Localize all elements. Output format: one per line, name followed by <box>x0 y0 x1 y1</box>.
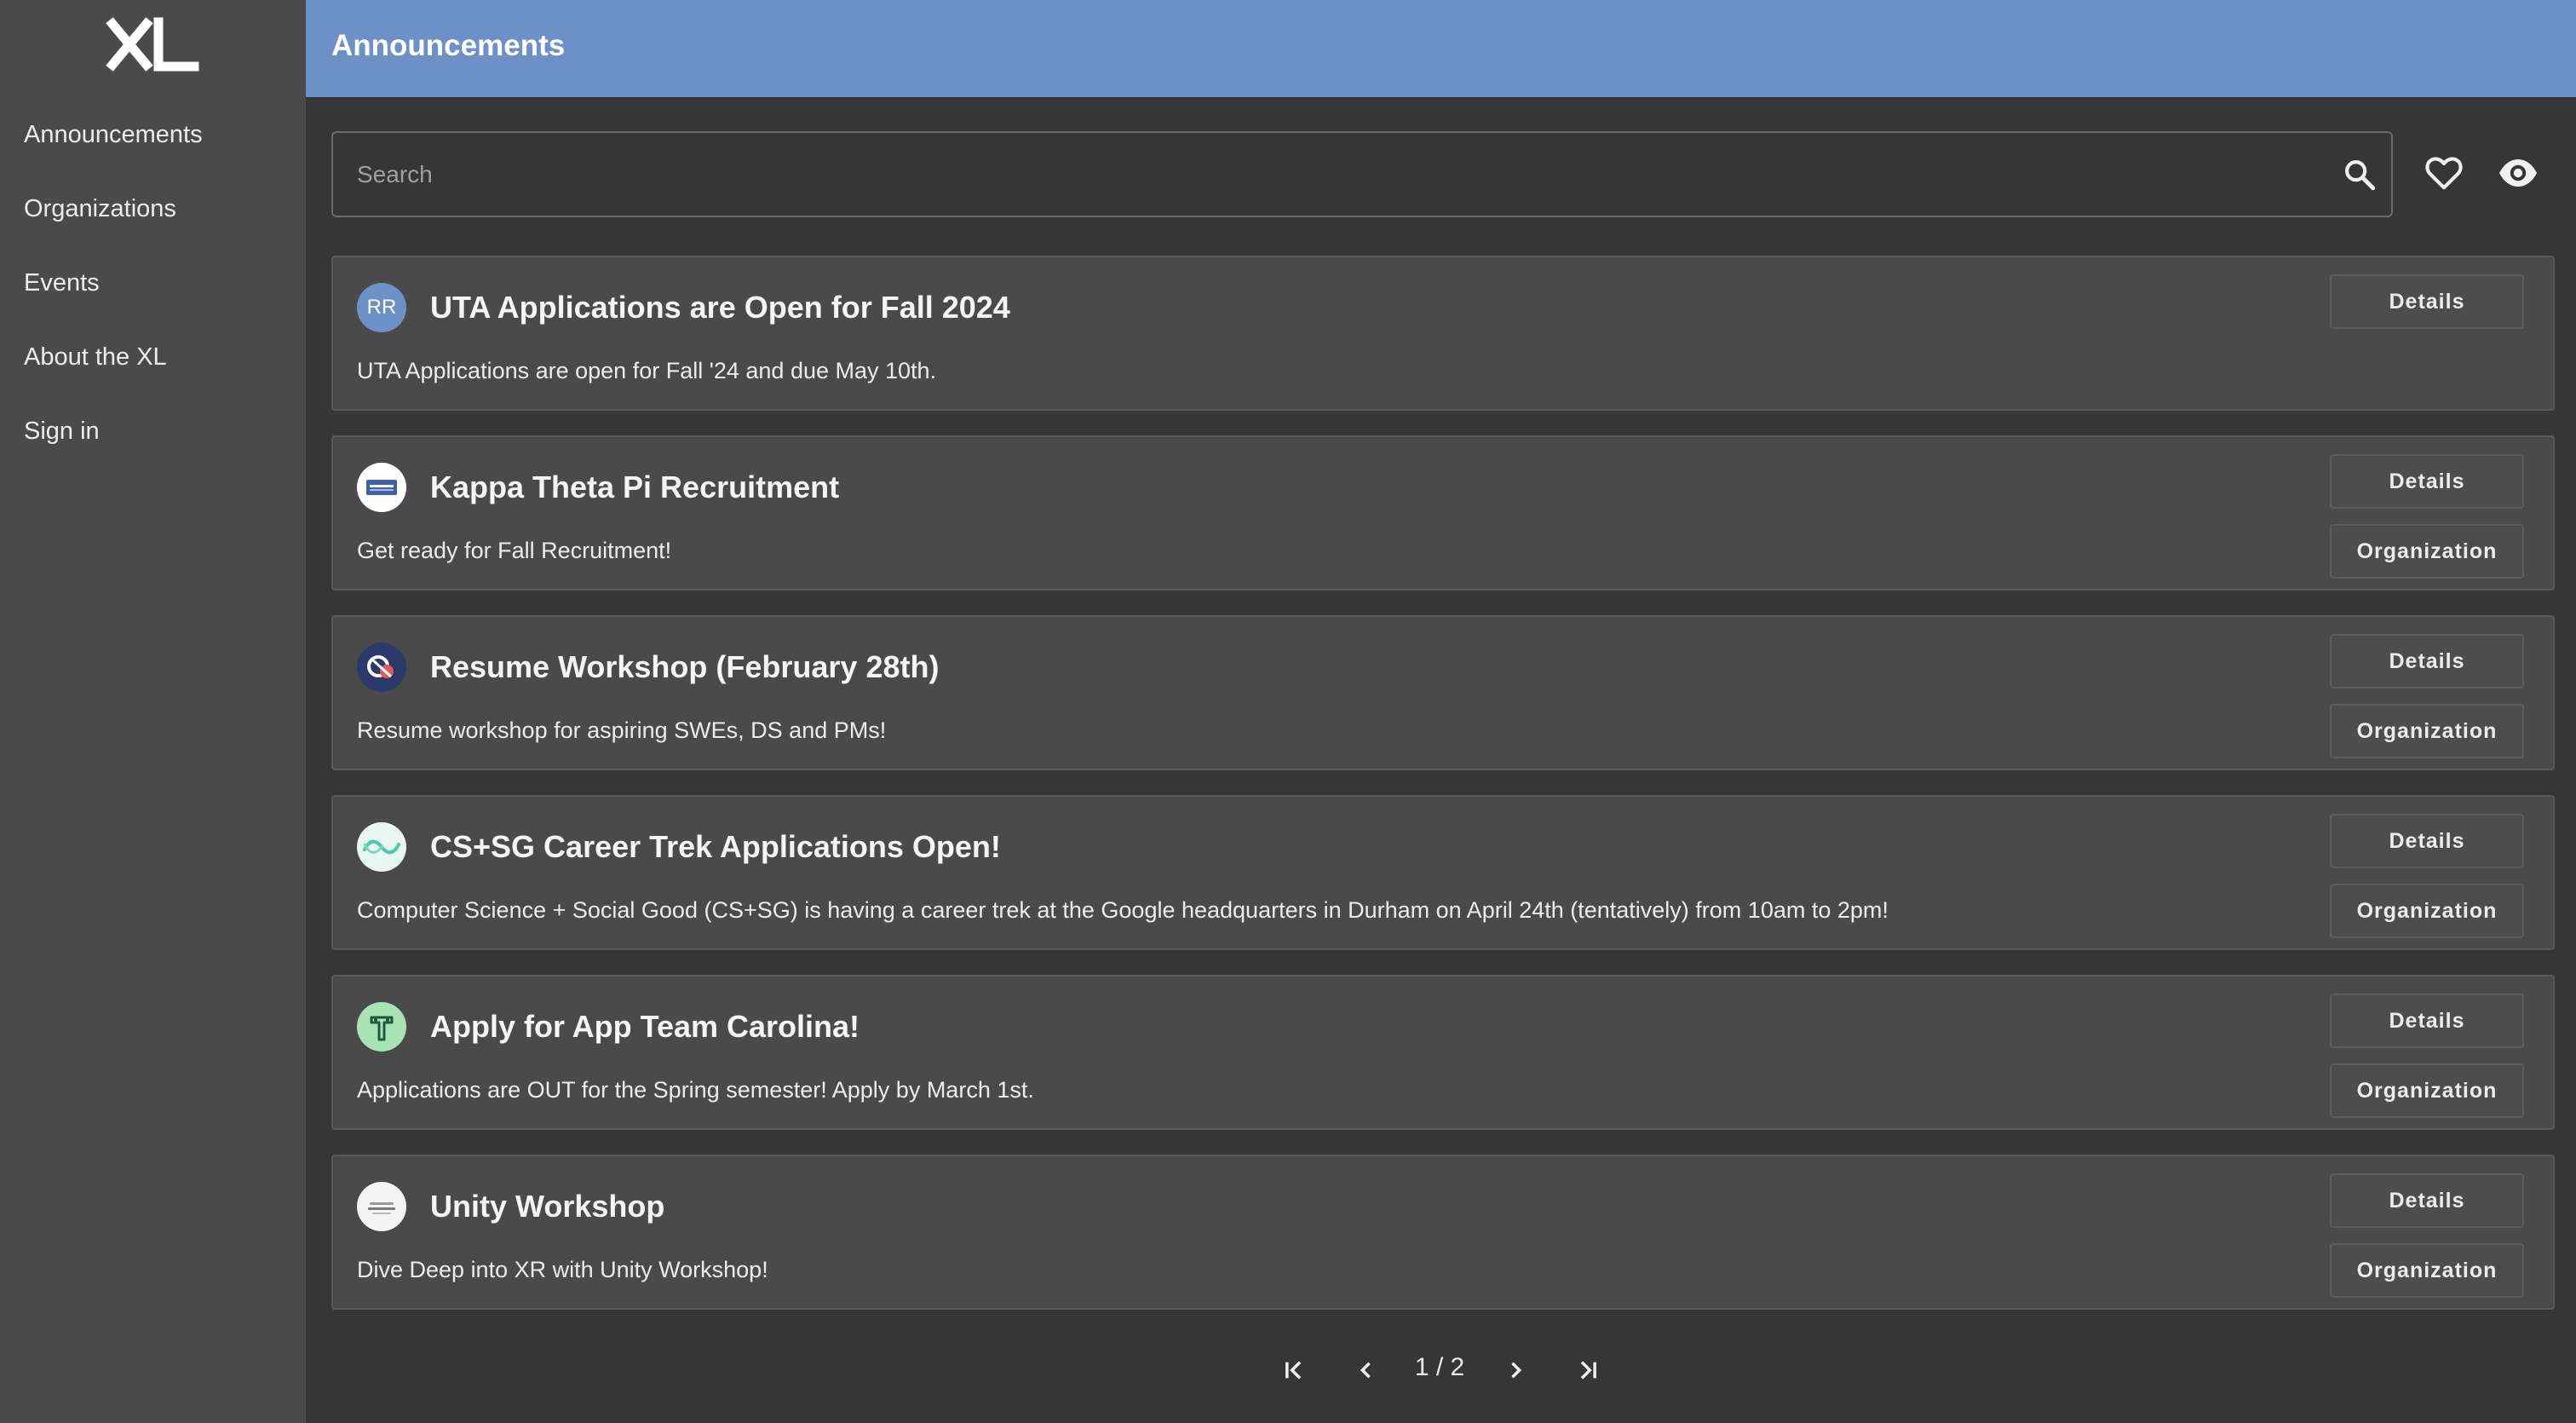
announcement-card: Unity Workshop Dive Deep into XR with Un… <box>331 1155 2555 1310</box>
announcement-description: Dive Deep into XR with Unity Workshop! <box>357 1257 768 1282</box>
organization-button[interactable]: Organization <box>2330 884 2524 938</box>
announcement-description: UTA Applications are open for Fall '24 a… <box>357 358 937 383</box>
organization-button[interactable]: Organization <box>2330 524 2524 579</box>
previous-page-button[interactable] <box>1343 1346 1390 1394</box>
announcement-card: Apply for App Team Carolina! Application… <box>331 975 2555 1130</box>
avatar: RR <box>357 283 406 332</box>
page-indicator: 1 / 2 <box>1414 1353 1465 1381</box>
announcement-card: Kappa Theta Pi Recruitment Get ready for… <box>331 435 2555 591</box>
avatar <box>357 463 406 512</box>
first-page-button[interactable] <box>1270 1346 1318 1394</box>
announcement-title: Unity Workshop <box>430 1189 665 1224</box>
resume-workshop-logo-icon <box>367 655 394 678</box>
xl-logo[interactable] <box>102 15 201 75</box>
announcement-description: Applications are OUT for the Spring seme… <box>357 1077 1034 1103</box>
details-button[interactable]: Details <box>2330 634 2524 688</box>
announcement-description: Computer Science + Social Good (CS+SG) i… <box>357 897 1889 923</box>
page-title: Announcements <box>331 29 566 62</box>
next-page-button[interactable] <box>1492 1346 1539 1394</box>
organization-button[interactable]: Organization <box>2330 704 2524 758</box>
organization-button[interactable]: Organization <box>2330 1063 2524 1118</box>
announcement-title: Resume Workshop (February 28th) <box>430 649 940 684</box>
details-button[interactable]: Details <box>2330 1173 2524 1228</box>
announcement-description: Resume workshop for aspiring SWEs, DS an… <box>357 717 887 743</box>
last-page-button[interactable] <box>1564 1346 1612 1394</box>
announcement-card: CS+SG Career Trek Applications Open! Com… <box>331 795 2555 950</box>
announcement-title: CS+SG Career Trek Applications Open! <box>430 829 1001 864</box>
ktp-logo-icon <box>366 480 397 495</box>
chevron-right-icon <box>1511 1362 1522 1379</box>
search-box <box>331 131 2393 217</box>
sidebar-nav: Announcements Organizations Events About… <box>0 109 306 480</box>
cssg-logo-icon <box>363 839 400 855</box>
announcement-card: Resume Workshop (February 28th) Resume w… <box>331 615 2555 770</box>
first-page-icon <box>1285 1361 1302 1380</box>
search-input[interactable] <box>357 133 2316 216</box>
details-button[interactable]: Details <box>2330 454 2524 509</box>
sidebar-item-organizations[interactable]: Organizations <box>0 183 306 257</box>
chevron-left-icon <box>1360 1362 1371 1379</box>
avatar <box>357 822 406 872</box>
announcement-title: UTA Applications are Open for Fall 2024 <box>430 290 1010 325</box>
pagination: 1 / 2 <box>0 1346 2576 1394</box>
sidebar-item-events[interactable]: Events <box>0 257 306 331</box>
sidebar-item-sign-in[interactable]: Sign in <box>0 406 306 480</box>
app-team-logo-icon <box>370 1016 394 1041</box>
avatar <box>357 642 406 692</box>
announcement-description: Get ready for Fall Recruitment! <box>357 538 672 563</box>
avatar <box>357 1002 406 1051</box>
heart-icon[interactable] <box>2424 155 2464 191</box>
app-root: Announcements Organizations Events About… <box>0 0 2576 1423</box>
last-page-icon <box>1580 1361 1596 1380</box>
search-icon[interactable] <box>2342 157 2378 193</box>
announcement-title: Apply for App Team Carolina! <box>430 1009 860 1044</box>
sidebar: Announcements Organizations Events About… <box>0 0 306 1423</box>
details-button[interactable]: Details <box>2330 814 2524 868</box>
avatar <box>357 1182 406 1231</box>
eye-icon[interactable] <box>2498 157 2539 189</box>
sidebar-item-about[interactable]: About the XL <box>0 331 306 406</box>
top-header: Announcements <box>306 0 2576 97</box>
avatar-initials: RR <box>366 296 397 319</box>
announcement-card: RR UTA Applications are Open for Fall 20… <box>331 256 2555 411</box>
details-button[interactable]: Details <box>2330 274 2524 329</box>
details-button[interactable]: Details <box>2330 994 2524 1048</box>
unity-workshop-logo-icon <box>368 1202 395 1214</box>
announcement-title: Kappa Theta Pi Recruitment <box>430 470 840 504</box>
sidebar-item-announcements[interactable]: Announcements <box>0 109 306 183</box>
organization-button[interactable]: Organization <box>2330 1243 2524 1298</box>
